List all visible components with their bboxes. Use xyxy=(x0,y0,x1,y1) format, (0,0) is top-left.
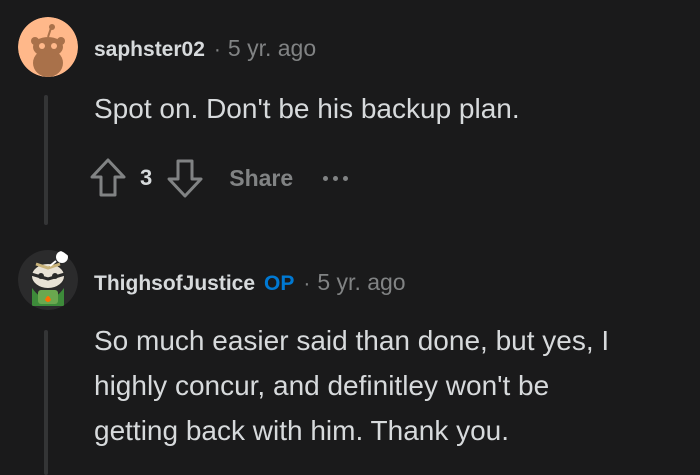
reddit-snoo-avatar-icon[interactable] xyxy=(18,17,78,77)
comment-body: So much easier said than done, but yes, … xyxy=(94,318,694,453)
upvote-icon[interactable] xyxy=(88,156,128,200)
separator: · xyxy=(303,272,311,295)
downvote-icon[interactable] xyxy=(165,156,205,200)
comment-thread: saphster02 · 5 yr. ago Spot on. Don't be… xyxy=(0,0,700,475)
comment-body-line: getting back with him. Thank you. xyxy=(94,415,510,446)
thread-line[interactable] xyxy=(44,95,48,225)
vote-score: 3 xyxy=(140,165,153,190)
comment-2-meta: ThighsofJustice OP · 5 yr. ago xyxy=(94,269,406,296)
op-badge: OP xyxy=(264,272,295,295)
comment-1-meta: saphster02 · 5 yr. ago xyxy=(94,35,316,62)
timestamp[interactable]: 5 yr. ago xyxy=(317,269,405,296)
comment-actions: 3 Share xyxy=(88,156,349,200)
custom-snoo-avatar-icon[interactable] xyxy=(18,248,78,310)
separator: · xyxy=(213,38,221,61)
timestamp[interactable]: 5 yr. ago xyxy=(228,35,316,62)
comment-body: Spot on. Don't be his backup plan. xyxy=(94,93,520,124)
comment-body-line: So much easier said than done, but yes, … xyxy=(94,325,610,356)
more-options-icon[interactable] xyxy=(323,175,349,181)
comment-body-line: highly concur, and definitley won't be xyxy=(94,370,550,401)
username[interactable]: ThighsofJustice xyxy=(94,272,255,296)
username[interactable]: saphster02 xyxy=(94,38,205,62)
share-button[interactable]: Share xyxy=(229,165,293,192)
thread-line[interactable] xyxy=(44,330,48,475)
